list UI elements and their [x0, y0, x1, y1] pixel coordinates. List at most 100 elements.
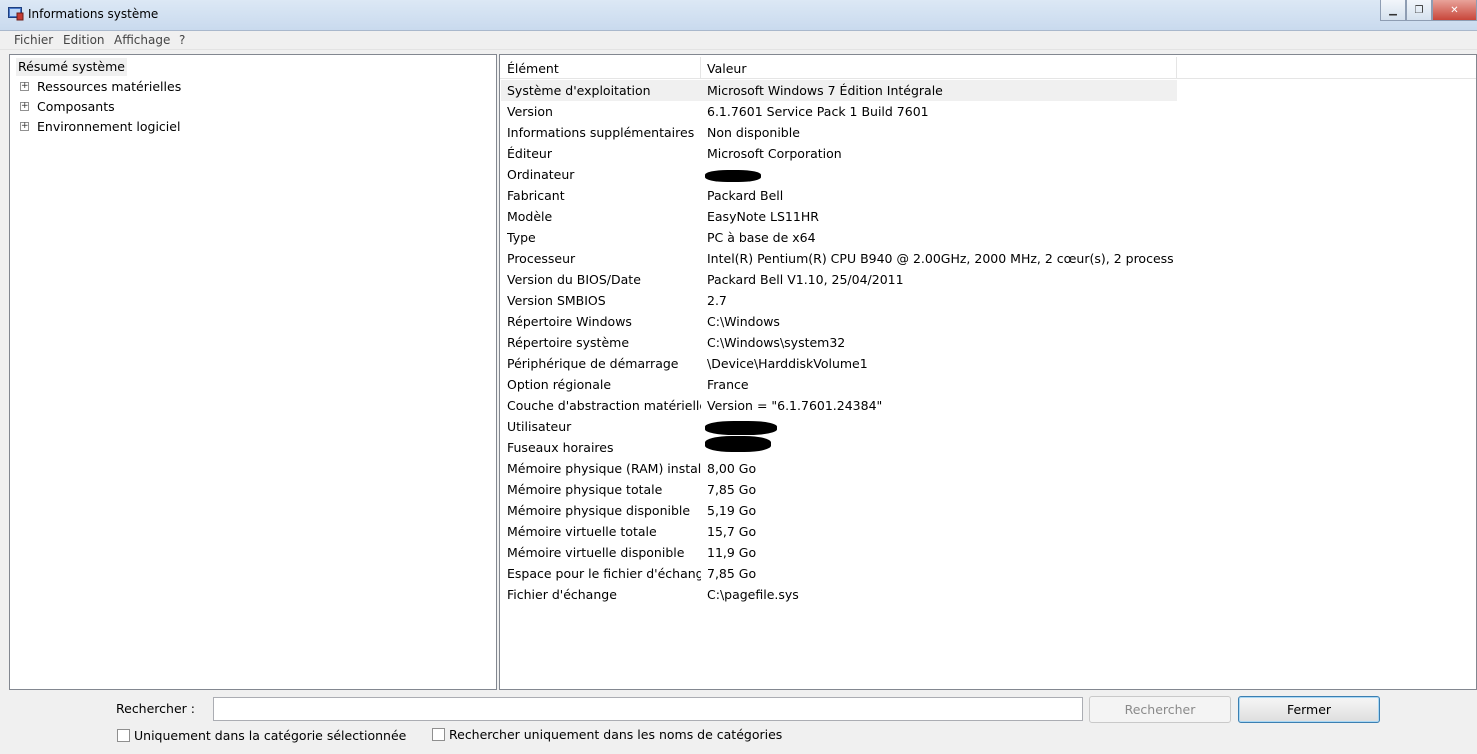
table-row[interactable]: Fabricant Packard Bell — [501, 185, 1177, 206]
redaction-mark — [705, 170, 761, 182]
close-button[interactable]: Fermer — [1238, 696, 1380, 723]
table-row[interactable]: Espace pour le fichier d'échange 7,85 Go — [501, 563, 1177, 584]
cell-value: EasyNote LS11HR — [707, 209, 819, 224]
table-row[interactable]: Mémoire virtuelle totale 15,7 Go — [501, 521, 1177, 542]
menu-edition[interactable]: Edition — [63, 33, 105, 47]
table-row[interactable]: Utilisateur — [501, 416, 1177, 437]
cell-value: Non disponible — [707, 125, 800, 140]
cell-element: Option régionale — [507, 377, 612, 392]
list-header: Élément Valeur — [500, 57, 1476, 79]
tree-item-label: Ressources matérielles — [37, 79, 182, 94]
cell-value: C:\pagefile.sys — [707, 587, 799, 602]
window-controls: ▁ ❐ ✕ — [1380, 0, 1477, 21]
table-row[interactable]: Périphérique de démarrage \Device\Harddis… — [501, 353, 1177, 374]
cell-value: Intel(R) Pentium(R) CPU B940 @ 2.00GHz, … — [707, 251, 1173, 266]
cell-element: Informations supplémentaires — [507, 125, 695, 140]
cell-value: 5,19 Go — [707, 503, 757, 518]
table-row[interactable]: Système d'exploitation Microsoft Windows … — [501, 80, 1177, 101]
cell-value: C:\Windows\system32 — [707, 335, 846, 350]
table-row[interactable]: Couche d'abstraction matérielle Version =… — [501, 395, 1177, 416]
cell-element: Couche d'abstraction matérielle — [507, 398, 701, 413]
column-header-value[interactable]: Valeur — [707, 61, 746, 76]
cell-element: Répertoire Windows — [507, 314, 632, 329]
column-divider[interactable] — [700, 57, 701, 79]
cell-value: 2.7 — [707, 293, 727, 308]
column-header-element[interactable]: Élément — [507, 61, 559, 76]
table-row[interactable]: Mémoire physique (RAM) instal... 8,00 Go — [501, 458, 1177, 479]
table-row[interactable]: Fuseaux horaires — [501, 437, 1177, 458]
cell-element: Type — [507, 230, 536, 245]
tree-item-label: Environnement logiciel — [37, 119, 181, 134]
cell-value: France — [707, 377, 749, 392]
close-icon: ✕ — [1450, 4, 1459, 16]
table-row[interactable]: Mémoire physique disponible 5,19 Go — [501, 500, 1177, 521]
menu-affichage[interactable]: Affichage — [114, 33, 170, 47]
cell-value: \Device\HarddiskVolume1 — [707, 356, 868, 371]
redaction-mark — [705, 436, 771, 452]
maximize-button[interactable]: ❐ — [1406, 0, 1432, 21]
cell-value: PC à base de x64 — [707, 230, 816, 245]
table-row[interactable]: Ordinateur — [501, 164, 1177, 185]
checkbox[interactable] — [432, 728, 445, 741]
table-row[interactable]: Version SMBIOS 2.7 — [501, 290, 1177, 311]
checkbox[interactable] — [117, 729, 130, 742]
cell-element: Mémoire virtuelle totale — [507, 524, 657, 539]
cell-value: 7,85 Go — [707, 482, 757, 497]
expand-icon[interactable]: + — [20, 102, 29, 111]
cell-value: 8,00 Go — [707, 461, 757, 476]
cell-value: Packard Bell — [707, 188, 784, 203]
table-row[interactable]: Éditeur Microsoft Corporation — [501, 143, 1177, 164]
cell-element: Mémoire physique totale — [507, 482, 663, 497]
table-row[interactable]: Option régionale France — [501, 374, 1177, 395]
search-input[interactable] — [213, 697, 1083, 721]
tree-item-system-summary[interactable]: Résumé système — [16, 58, 127, 76]
minimize-icon: ▁ — [1389, 4, 1397, 16]
close-window-button[interactable]: ✕ — [1432, 0, 1477, 21]
cell-element: Utilisateur — [507, 419, 572, 434]
cell-element: Version SMBIOS — [507, 293, 606, 308]
table-row[interactable]: Répertoire Windows C:\Windows — [501, 311, 1177, 332]
cell-value: 7,85 Go — [707, 566, 757, 581]
cell-value: Packard Bell V1.10, 25/04/2011 — [707, 272, 904, 287]
table-row[interactable]: Informations supplémentaires Non disponib… — [501, 122, 1177, 143]
cell-element: Mémoire physique disponible — [507, 503, 691, 518]
cell-element: Fuseaux horaires — [507, 440, 614, 455]
table-row[interactable]: Mémoire physique totale 7,85 Go — [501, 479, 1177, 500]
search-button[interactable]: Rechercher — [1089, 696, 1231, 723]
cell-element: Version — [507, 104, 553, 119]
minimize-button[interactable]: ▁ — [1380, 0, 1406, 21]
menu-bar: Fichier Edition Affichage ? — [0, 31, 1477, 50]
table-row[interactable]: Mémoire virtuelle disponible 11,9 Go — [501, 542, 1177, 563]
cell-element: Modèle — [507, 209, 553, 224]
cell-element: Fabricant — [507, 188, 565, 203]
table-row[interactable]: Processeur Intel(R) Pentium(R) CPU B940 @… — [501, 248, 1177, 269]
cell-element: Fichier d'échange — [507, 587, 617, 602]
details-list: Élément Valeur Système d'exploitation Mic… — [499, 54, 1477, 690]
expand-icon[interactable]: + — [20, 82, 29, 91]
cell-value: 15,7 Go — [707, 524, 757, 539]
cell-element: Processeur — [507, 251, 576, 266]
cell-element: Mémoire physique (RAM) instal... — [507, 461, 701, 476]
maximize-icon: ❐ — [1414, 4, 1424, 16]
table-row[interactable]: Version 6.1.7601 Service Pack 1 Build 760… — [501, 101, 1177, 122]
cell-element: Éditeur — [507, 146, 552, 161]
table-row[interactable]: Répertoire système C:\Windows\system32 — [501, 332, 1177, 353]
column-divider[interactable] — [1176, 57, 1177, 79]
cell-element: Espace pour le fichier d'échange — [507, 566, 701, 581]
cell-element: Périphérique de démarrage — [507, 356, 679, 371]
search-panel: Rechercher : Rechercher Fermer Uniquemen… — [0, 690, 1477, 754]
cell-value: Microsoft Corporation — [707, 146, 842, 161]
system-info-app-icon — [8, 7, 24, 21]
cell-value: C:\Windows — [707, 314, 780, 329]
table-row[interactable]: Fichier d'échange C:\pagefile.sys — [501, 584, 1177, 605]
cell-element: Ordinateur — [507, 167, 575, 182]
cell-value: 11,9 Go — [707, 545, 757, 560]
tree-item-label: Composants — [37, 99, 115, 114]
table-row[interactable]: Type PC à base de x64 — [501, 227, 1177, 248]
menu-fichier[interactable]: Fichier — [14, 33, 53, 47]
expand-icon[interactable]: + — [20, 122, 29, 131]
cell-value: Microsoft Windows 7 Édition Intégrale — [707, 83, 943, 98]
menu-help[interactable]: ? — [179, 33, 185, 47]
table-row[interactable]: Version du BIOS/Date Packard Bell V1.10, … — [501, 269, 1177, 290]
table-row[interactable]: Modèle EasyNote LS11HR — [501, 206, 1177, 227]
